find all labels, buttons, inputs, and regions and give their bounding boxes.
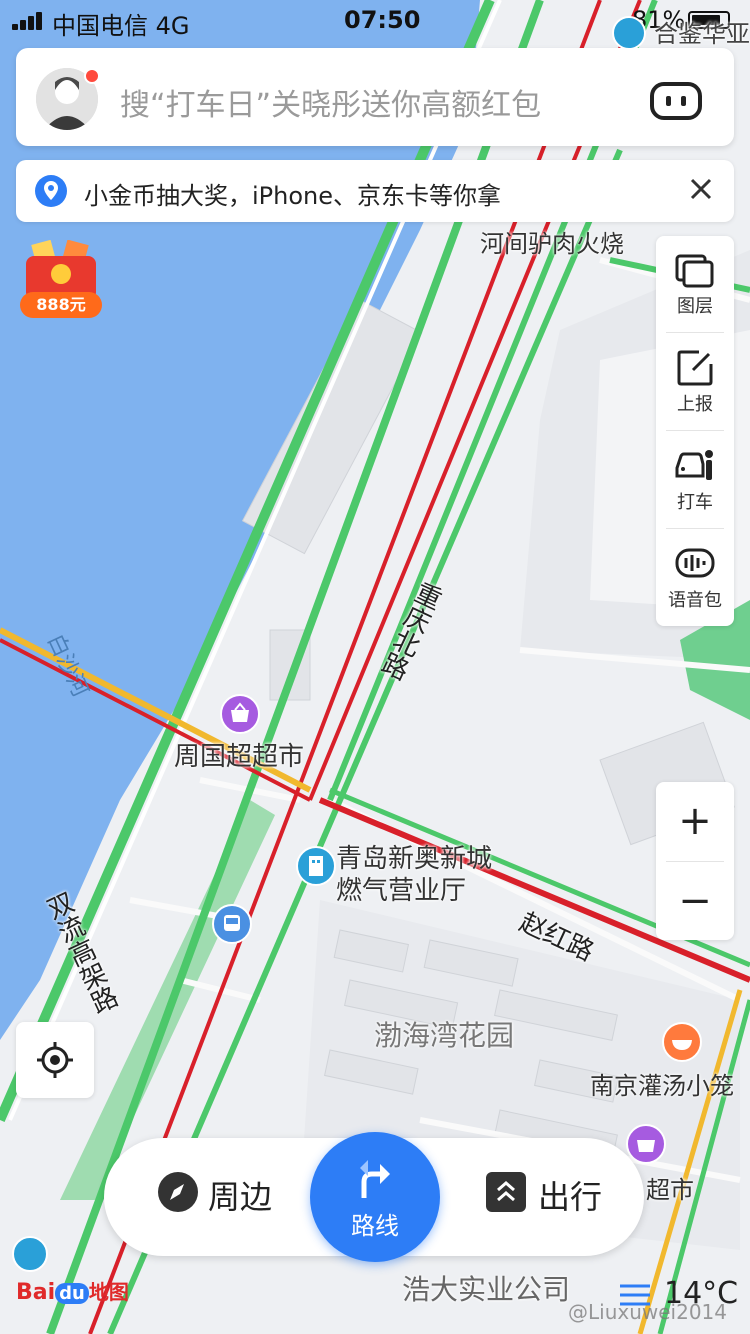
route-button[interactable]: 路线 — [310, 1132, 440, 1262]
promo-notice[interactable]: 小金币抽大奖，iPhone、京东卡等你拿 — [16, 160, 734, 222]
truck-poi-icon[interactable] — [12, 1236, 48, 1272]
supermarket-poi-icon[interactable] — [220, 694, 260, 734]
red-packet-promo[interactable]: 888元 — [20, 240, 102, 320]
divider — [666, 430, 724, 431]
clock: 07:50 — [344, 6, 421, 34]
close-icon[interactable] — [686, 174, 716, 204]
tool-report[interactable]: 上报 — [656, 334, 734, 430]
tool-label: 语音包 — [668, 590, 722, 611]
tool-label: 图层 — [677, 296, 713, 317]
carrier-label: 中国电信 4G — [52, 12, 190, 40]
nearby-label: 周边 — [208, 1178, 273, 1216]
zoom-out-button[interactable]: − — [656, 862, 734, 940]
compass-icon — [158, 1172, 198, 1212]
building-poi-icon[interactable] — [612, 16, 646, 50]
notice-text[interactable]: 小金币抽大奖，iPhone、京东卡等你拿 — [84, 176, 501, 211]
map-label-nanjing[interactable]: 南京灌汤小笼 — [590, 1066, 734, 1101]
bus-icon — [224, 915, 240, 931]
notification-dot — [84, 68, 100, 84]
map-label-qingdao-2[interactable]: 燃气营业厅 — [336, 870, 466, 907]
travel-label: 出行 — [538, 1178, 603, 1216]
assistant-robot-icon[interactable] — [650, 82, 702, 120]
tool-layers[interactable]: 图层 — [656, 236, 734, 332]
crosshair-icon — [37, 1042, 73, 1078]
map-label-bohai: 渤海湾花园 — [374, 1019, 515, 1052]
map-label-haoda: 浩大实业公司 — [402, 1273, 571, 1306]
voice-pack-icon — [675, 548, 715, 578]
signal-icon — [12, 10, 46, 30]
tool-label: 上报 — [677, 394, 713, 415]
route-label: 路线 — [351, 1212, 399, 1240]
zoom-controls: + − — [656, 782, 734, 940]
office-icon — [309, 856, 323, 876]
location-pin-icon — [35, 175, 67, 207]
building-poi-icon[interactable] — [296, 846, 336, 886]
basket-icon — [231, 702, 249, 722]
basket-icon — [637, 1140, 655, 1152]
map-label-hejian[interactable]: 河间驴肉火烧 — [480, 224, 624, 259]
travel-icon — [486, 1172, 526, 1212]
supermarket-poi-icon[interactable] — [626, 1124, 666, 1164]
bowl-icon — [672, 1040, 692, 1050]
map-label-supermarket[interactable]: 超市 — [646, 1170, 694, 1205]
tool-taxi[interactable]: 打车 — [656, 432, 734, 528]
locate-button[interactable] — [16, 1022, 94, 1098]
report-icon — [677, 350, 713, 386]
watermark: @Liuxuwei2014 — [568, 1300, 728, 1324]
divider — [666, 332, 724, 333]
route-arrow-icon — [360, 1160, 390, 1198]
tool-voice-pack[interactable]: 语音包 — [656, 530, 734, 626]
search-input[interactable]: 搜“打车日”关晓彤送你高额红包 — [120, 80, 541, 124]
promo-amount: 888元 — [20, 292, 102, 318]
restaurant-poi-icon[interactable] — [662, 1022, 702, 1062]
map-tools-panel: 图层 上报 打车 语音包 — [656, 236, 734, 626]
taxi-icon — [675, 450, 713, 480]
zoom-in-button[interactable]: + — [656, 782, 734, 860]
red-packet-icon — [26, 240, 96, 300]
map-label-top: 合鉴华亚 — [654, 20, 750, 48]
layers-icon — [675, 254, 714, 288]
baidu-map-logo: Bai du 地图 — [16, 1280, 129, 1305]
map-label-zhouguo[interactable]: 周国超超市 — [174, 736, 304, 773]
bus-stop-icon[interactable] — [212, 904, 252, 944]
search-bar[interactable]: 搜“打车日”关晓彤送你高额红包 — [16, 48, 734, 146]
divider — [666, 528, 724, 529]
tool-label: 打车 — [677, 492, 713, 513]
